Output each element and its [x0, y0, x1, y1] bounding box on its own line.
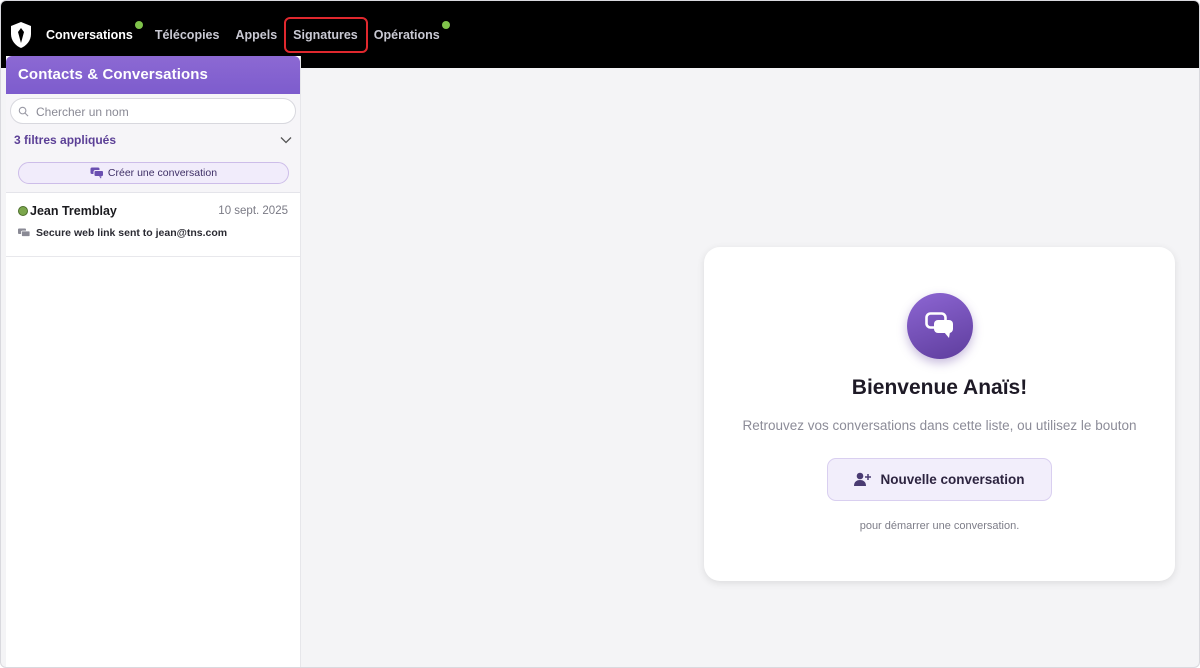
nav-tab-label: Signatures [293, 27, 358, 42]
search-icon [18, 106, 29, 117]
new-conversation-button[interactable]: Nouvelle conversation [827, 458, 1052, 501]
nav-tab-operations[interactable]: Opérations [373, 20, 450, 42]
conversation-list-item[interactable]: Jean Tremblay 10 sept. 2025 Secure web l… [6, 193, 300, 257]
sidebar-title: Contacts & Conversations [6, 56, 300, 94]
welcome-card: Bienvenue Anaïs! Retrouvez vos conversat… [704, 247, 1175, 581]
app-window: Conversations Télécopies Appels Signatur… [0, 0, 1200, 668]
nav-tab-label: Appels [235, 27, 278, 42]
contacts-sidebar: Contacts & Conversations 3 filtres appli… [6, 56, 301, 667]
search-box[interactable] [10, 98, 296, 124]
nav-tab-conversations[interactable]: Conversations [46, 20, 143, 42]
filters-toggle[interactable]: 3 filtres appliqués [6, 125, 300, 155]
search-input[interactable] [36, 103, 286, 121]
nav-tab-signatures[interactable]: Signatures [284, 16, 368, 53]
contact-name: Jean Tremblay [30, 204, 117, 218]
chat-bubbles-icon [907, 293, 973, 359]
welcome-title: Bienvenue Anaïs! [851, 376, 1028, 399]
welcome-footer: pour démarrer une conversation. [859, 520, 1020, 532]
shield-logo-icon[interactable] [10, 21, 32, 49]
chat-bubbles-icon [90, 167, 104, 179]
nav-tab-label: Conversations [46, 27, 133, 42]
nav-tab-telecopies[interactable]: Télécopies [155, 28, 220, 42]
message-icon [18, 228, 30, 237]
create-conversation-label: Créer une conversation [107, 167, 218, 179]
conversation-date: 10 sept. 2025 [218, 205, 288, 217]
notification-dot [134, 20, 143, 29]
filters-label: 3 filtres appliqués [14, 133, 117, 147]
conversation-preview: Secure web link sent to jean@tns.com [36, 227, 228, 239]
online-status-dot [18, 206, 28, 216]
search-area [6, 94, 300, 125]
create-conversation-button[interactable]: Créer une conversation [18, 162, 289, 184]
chevron-down-icon [280, 137, 292, 144]
nav-tab-appels[interactable]: Appels [235, 28, 277, 42]
create-area: Créer une conversation [6, 155, 300, 193]
nav-tab-label: Opérations [373, 27, 440, 42]
notification-dot [441, 20, 450, 29]
add-user-icon [854, 472, 872, 486]
new-conversation-label: Nouvelle conversation [880, 472, 1025, 487]
nav-tab-label: Télécopies [154, 27, 220, 42]
welcome-subtitle: Retrouvez vos conversations dans cette l… [742, 418, 1137, 433]
